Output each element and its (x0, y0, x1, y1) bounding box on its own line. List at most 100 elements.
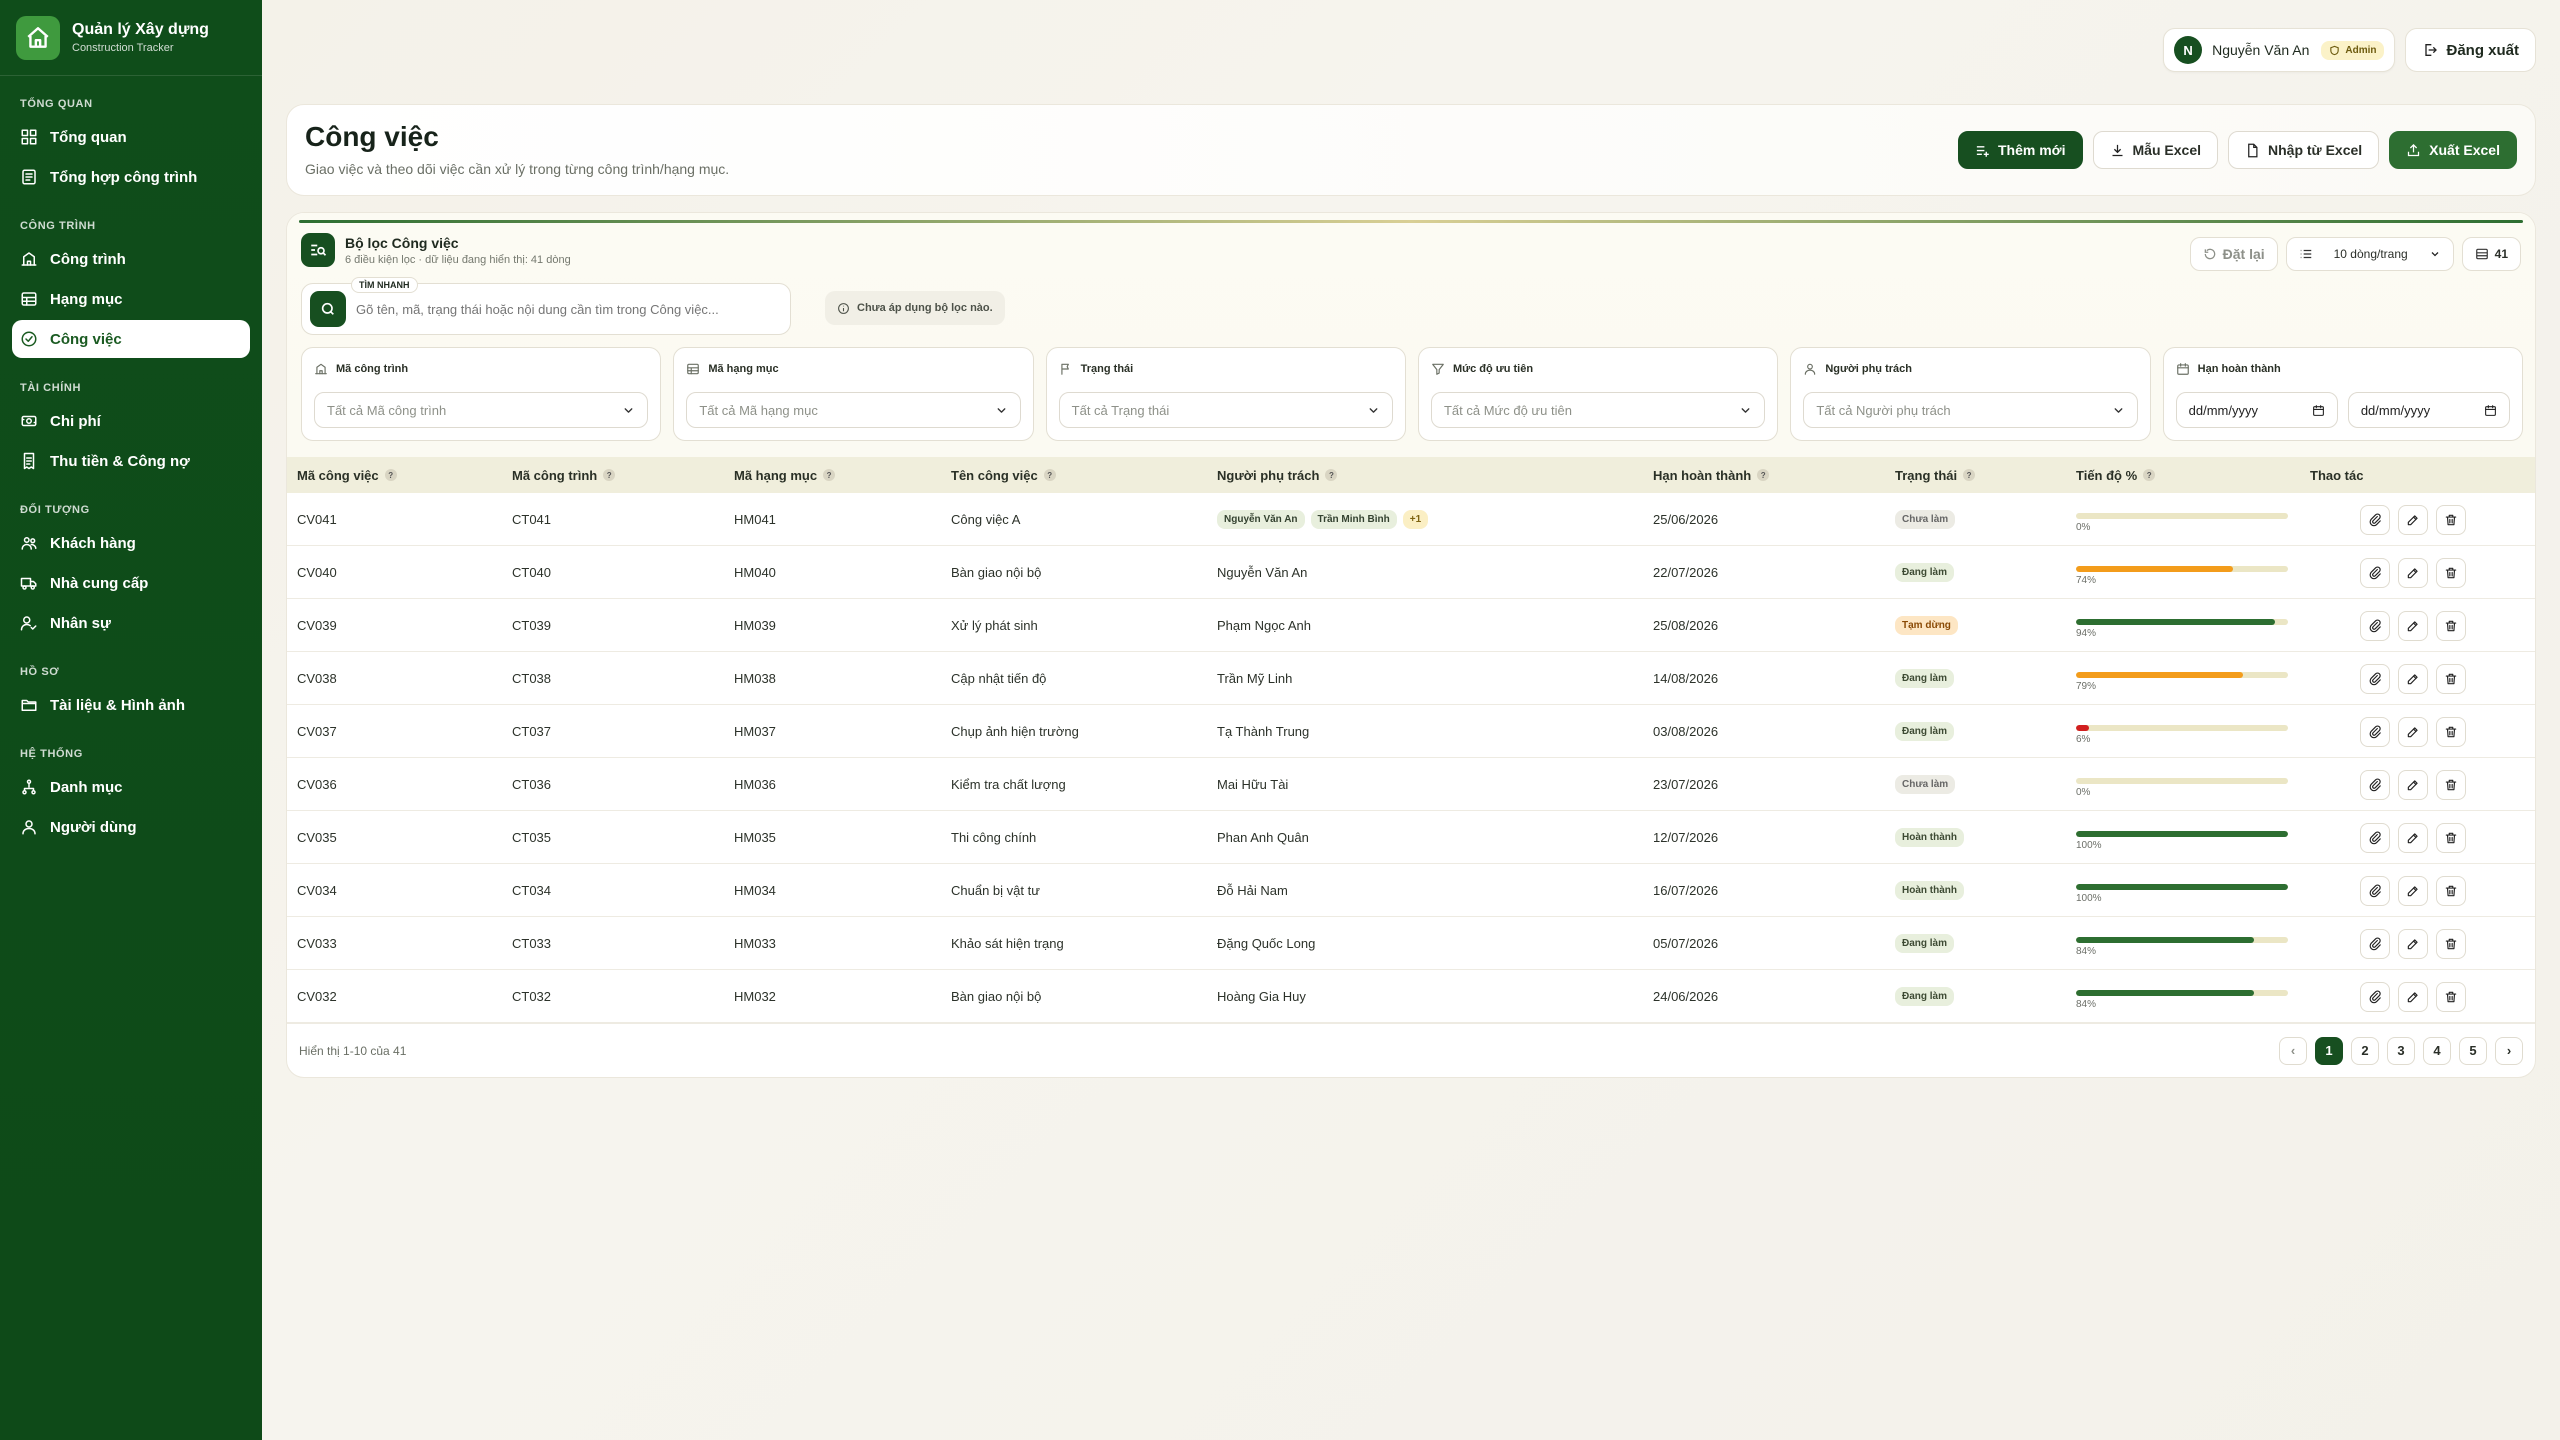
column-header[interactable]: Người phụ trách? (1217, 468, 1338, 483)
help-icon[interactable]: ? (1757, 469, 1770, 481)
column-header[interactable]: Trạng thái? (1895, 468, 1976, 483)
attach-button[interactable] (2360, 610, 2390, 641)
sidebar-item[interactable]: Chi phí (12, 402, 250, 440)
search-icon (321, 302, 334, 315)
sidebar-item[interactable]: Hạng mục (12, 280, 250, 318)
brand[interactable]: Quản lý Xây dựng Construction Tracker (0, 0, 262, 76)
delete-button[interactable] (2436, 822, 2466, 853)
folder-icon (21, 699, 37, 711)
edit-button[interactable] (2398, 928, 2428, 959)
sidebar-item[interactable]: Khách hàng (12, 524, 250, 562)
reset-label: Đặt lại (2222, 246, 2265, 262)
edit-button[interactable] (2398, 663, 2428, 694)
attach-button[interactable] (2360, 928, 2390, 959)
table-row[interactable]: CV038 CT038 HM038 Cập nhật tiến độ Trần … (287, 652, 2535, 705)
delete-button[interactable] (2436, 769, 2466, 800)
export-excel-button[interactable]: Xuất Excel (2389, 131, 2517, 169)
edit-button[interactable] (2398, 716, 2428, 747)
page-button[interactable]: 5 (2459, 1036, 2487, 1065)
column-header[interactable]: Tiến độ %? (2076, 468, 2156, 483)
edit-button[interactable] (2398, 769, 2428, 800)
filter-select[interactable]: Tất cả Mã công trình (314, 392, 649, 428)
page-size-select[interactable]: 10 dòng/trang (2285, 237, 2454, 271)
column-header[interactable]: Mã công việc? (297, 468, 397, 483)
sidebar-item[interactable]: Tổng hợp công trình (12, 158, 250, 196)
help-icon[interactable]: ? (823, 469, 836, 481)
attach-button[interactable] (2360, 769, 2390, 800)
table-row[interactable]: CV035 CT035 HM035 Thi công chính Phan An… (287, 811, 2535, 864)
sidebar-item[interactable]: Thu tiền & Công nợ (12, 442, 250, 480)
table-row[interactable]: CV034 CT034 HM034 Chuẩn bị vật tư Đỗ Hải… (287, 864, 2535, 917)
attach-button[interactable] (2360, 981, 2390, 1012)
page-button[interactable]: 4 (2423, 1036, 2451, 1065)
search-button[interactable] (310, 291, 346, 327)
add-button[interactable]: Thêm mới (1957, 131, 2083, 169)
assignee-chip[interactable]: +1 (1402, 510, 1429, 529)
sidebar-item[interactable]: Danh mục (12, 768, 250, 806)
delete-button[interactable] (2436, 981, 2466, 1012)
delete-button[interactable] (2436, 875, 2466, 906)
edit-button[interactable] (2398, 557, 2428, 588)
filter-select[interactable]: Tất cả Mã hạng mục (686, 392, 1021, 428)
edit-button[interactable] (2398, 610, 2428, 641)
sidebar-item[interactable]: Công trình (12, 240, 250, 278)
reset-button[interactable]: Đặt lại (2189, 237, 2278, 271)
edit-button[interactable] (2398, 504, 2428, 535)
column-header[interactable]: Mã hạng mục? (734, 468, 836, 483)
delete-button[interactable] (2436, 716, 2466, 747)
delete-button[interactable] (2436, 557, 2466, 588)
attach-button[interactable] (2360, 875, 2390, 906)
table-row[interactable]: CV039 CT039 HM039 Xử lý phát sinh Phạm N… (287, 599, 2535, 652)
nav-section-title: TÀI CHÍNH (20, 382, 82, 394)
page-button[interactable]: 1 (2315, 1036, 2343, 1065)
sidebar-item[interactable]: Công việc (12, 320, 250, 358)
table-row[interactable]: CV037 CT037 HM037 Chụp ảnh hiện trường T… (287, 705, 2535, 758)
help-icon[interactable]: ? (603, 469, 616, 481)
filter-select[interactable]: Tất cả Trạng thái (1058, 392, 1393, 428)
attach-button[interactable] (2360, 557, 2390, 588)
sidebar-item[interactable]: Tài liệu & Hình ảnh (12, 686, 250, 724)
prev-page-button[interactable]: ‹ (2279, 1036, 2307, 1065)
column-header[interactable]: Thao tác (2310, 468, 2363, 483)
delete-button[interactable] (2436, 928, 2466, 959)
user-chip[interactable]: N Nguyễn Văn An Admin (2163, 28, 2396, 72)
delete-button[interactable] (2436, 504, 2466, 535)
next-page-button[interactable]: › (2495, 1036, 2523, 1065)
help-icon[interactable]: ? (1043, 469, 1056, 481)
help-icon[interactable]: ? (384, 469, 397, 481)
logout-button[interactable]: Đăng xuất (2405, 28, 2536, 72)
filter-select[interactable]: Tất cả Người phụ trách (1803, 392, 2138, 428)
attach-button[interactable] (2360, 663, 2390, 694)
table-row[interactable]: CV041 CT041 HM041 Công việc A Nguyễn Văn… (287, 493, 2535, 546)
help-icon[interactable]: ? (2143, 469, 2156, 481)
filter-select[interactable]: Tất cả Mức độ ưu tiên (1430, 392, 1766, 428)
attach-button[interactable] (2360, 822, 2390, 853)
sidebar-item[interactable]: Nhà cung cấp (12, 564, 250, 602)
table-row[interactable]: CV040 CT040 HM040 Bàn giao nội bộ Nguyễn… (287, 546, 2535, 599)
date-to-input[interactable]: dd/mm/yyyy (2347, 392, 2510, 428)
edit-button[interactable] (2398, 822, 2428, 853)
attach-button[interactable] (2360, 504, 2390, 535)
attach-button[interactable] (2360, 716, 2390, 747)
sidebar-item[interactable]: Nhân sự (12, 604, 250, 642)
column-header[interactable]: Hạn hoàn thành? (1653, 468, 1770, 483)
delete-button[interactable] (2436, 610, 2466, 641)
search-input[interactable] (356, 301, 790, 317)
page-button[interactable]: 2 (2351, 1036, 2379, 1065)
date-from-input[interactable]: dd/mm/yyyy (2175, 392, 2338, 428)
sidebar-item[interactable]: Người dùng (12, 808, 250, 846)
help-icon[interactable]: ? (1963, 469, 1976, 481)
help-icon[interactable]: ? (1325, 469, 1338, 481)
column-header[interactable]: Mã công trình? (512, 468, 616, 483)
excel-template-button[interactable]: Mẫu Excel (2092, 131, 2218, 169)
table-row[interactable]: CV033 CT033 HM033 Khảo sát hiện trạng Đặ… (287, 917, 2535, 970)
table-row[interactable]: CV032 CT032 HM032 Bàn giao nội bộ Hoàng … (287, 970, 2535, 1023)
edit-button[interactable] (2398, 981, 2428, 1012)
sidebar-item[interactable]: Tổng quan (12, 118, 250, 156)
column-header[interactable]: Tên công việc? (951, 468, 1056, 483)
import-excel-button[interactable]: Nhập từ Excel (2228, 131, 2380, 169)
page-button[interactable]: 3 (2387, 1036, 2415, 1065)
edit-button[interactable] (2398, 875, 2428, 906)
table-row[interactable]: CV036 CT036 HM036 Kiểm tra chất lượng Ma… (287, 758, 2535, 811)
delete-button[interactable] (2436, 663, 2466, 694)
